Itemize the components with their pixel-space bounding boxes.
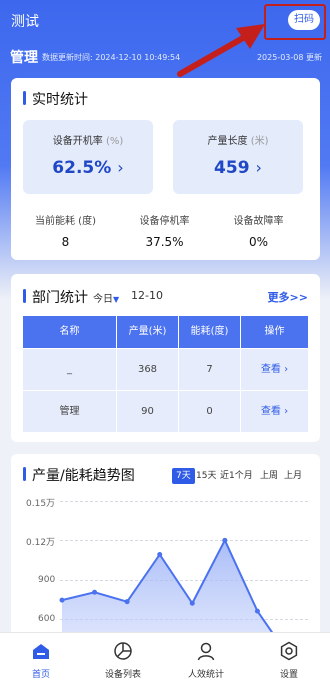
trend-point [189,600,195,606]
pie-chart-icon [114,642,132,660]
tab-home-label: 首页 [31,670,50,680]
person-icon [197,642,215,661]
tab-efficiency[interactable]: 人效统计 [165,633,247,683]
trend-chart [59,537,293,661]
tab-efficiency-label: 人效统计 [187,670,224,680]
trend-point [157,551,163,557]
tab-settings-label: 设置 [279,670,298,680]
trend-point [254,608,260,614]
tab-device-list-label: 设备列表 [104,670,141,680]
trend-point [92,589,98,595]
trend-point [222,537,228,543]
trend-point [59,597,65,603]
tab-settings[interactable]: 设置 [248,633,330,683]
gear-icon [280,641,298,661]
tab-device-list[interactable]: 设备列表 [82,633,164,683]
bottom-tab-bar: 首页 设备列表 人效统计 设置 [0,632,330,683]
tab-home[interactable]: 首页 [0,633,82,683]
home-icon [33,644,49,659]
trend-point [124,599,130,605]
